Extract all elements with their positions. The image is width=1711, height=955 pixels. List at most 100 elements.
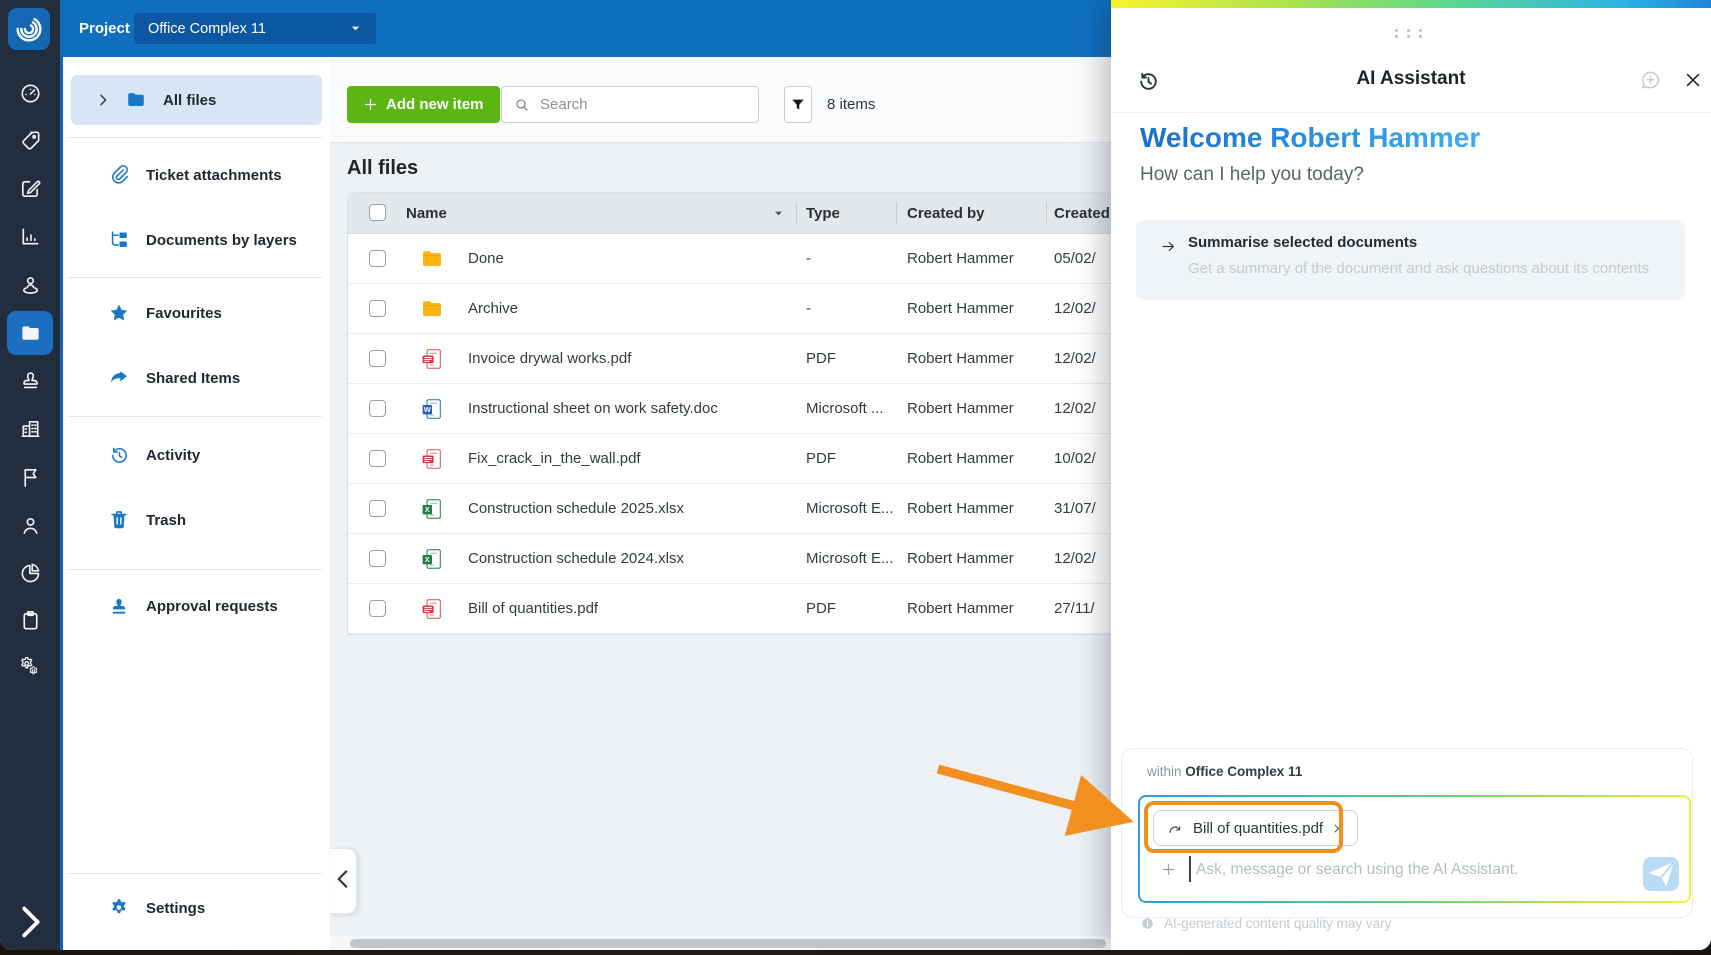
funnel-icon (790, 97, 806, 113)
rail-item-person-pin[interactable] (7, 262, 53, 306)
filter-button[interactable] (784, 86, 812, 123)
file-created-on: 05/02/ (1054, 250, 1096, 267)
scope-value: Office Complex 11 (1185, 764, 1303, 779)
row-checkbox[interactable] (369, 250, 386, 267)
ai-input-box: Bill of quantities.pdf (1138, 795, 1691, 903)
person-pin-icon (19, 273, 42, 296)
file-created-by: Robert Hammer (907, 450, 1014, 467)
search-input[interactable] (538, 95, 742, 114)
sidebar-divider (68, 416, 322, 417)
excel-file-icon: X (422, 534, 441, 583)
add-new-item-button[interactable]: Add new item (347, 86, 500, 123)
row-checkbox[interactable] (369, 500, 386, 517)
sidebar-item-label: Activity (146, 446, 201, 464)
file-name[interactable]: Invoice drywal works.pdf (468, 334, 631, 383)
file-type: Microsoft E... (806, 550, 894, 567)
file-type: PDF (806, 350, 836, 367)
sort-caret-icon[interactable] (772, 207, 785, 220)
column-header-name[interactable]: Name (406, 193, 447, 233)
select-all-checkbox[interactable] (369, 204, 386, 221)
file-created-by: Robert Hammer (907, 600, 1014, 617)
trash-icon (108, 509, 130, 531)
folder-icon (19, 322, 42, 345)
paperclip-icon (108, 164, 130, 186)
pdf-file-icon (422, 334, 441, 383)
remove-attachment-icon[interactable] (1332, 822, 1345, 835)
project-selector[interactable]: Office Complex 11 (134, 13, 376, 44)
sidebar-item-favourites[interactable]: Favourites (71, 288, 322, 338)
rail-item-pencil-document[interactable] (7, 166, 53, 210)
sidebar-divider (68, 137, 322, 138)
rail-item-gears[interactable] (7, 646, 53, 690)
rail-item-buildings[interactable] (7, 406, 53, 450)
sidebar-collapse-button[interactable] (330, 848, 357, 914)
file-name[interactable]: Construction schedule 2025.xlsx (468, 484, 684, 533)
sidebar-item-all-files[interactable]: All files (71, 75, 322, 125)
column-header-created-by[interactable]: Created by (907, 193, 985, 233)
rail-item-flag[interactable] (7, 455, 53, 499)
gears-icon (19, 656, 42, 680)
column-header-type[interactable]: Type (806, 193, 840, 233)
sidebar-item-label: Favourites (146, 304, 222, 322)
rail-item-person[interactable] (7, 503, 53, 547)
file-created-on: 12/02/ (1054, 400, 1096, 417)
sidebar-item-trash[interactable]: Trash (71, 495, 322, 545)
rail-item-tag[interactable] (7, 118, 53, 162)
attach-plus-icon[interactable] (1161, 862, 1176, 877)
rail-item-stamp[interactable] (7, 358, 53, 402)
send-button[interactable] (1643, 857, 1679, 891)
row-checkbox[interactable] (369, 600, 386, 617)
ai-footer: AI-generated content quality may vary (1140, 916, 1391, 931)
rail-item-gauge[interactable] (7, 71, 53, 115)
file-name[interactable]: Construction schedule 2024.xlsx (468, 534, 684, 583)
sidebar-item-shared-items[interactable]: Shared Items (71, 353, 322, 403)
left-icon-rail (0, 0, 60, 950)
stamp-icon (19, 369, 42, 392)
file-created-on: 10/02/ (1054, 450, 1096, 467)
file-name[interactable]: Archive (468, 284, 518, 333)
file-created-on: 12/02/ (1054, 550, 1096, 567)
sidebar-item-settings[interactable]: Settings (71, 883, 322, 933)
file-name[interactable]: Done (468, 234, 504, 283)
panel-drag-handle-icon[interactable] (1395, 29, 1427, 39)
scope-row: within Office Complex 11 (1147, 764, 1302, 779)
rail-item-bar-chart[interactable] (7, 214, 53, 258)
attachment-chip[interactable]: Bill of quantities.pdf (1153, 810, 1359, 846)
clipboard-icon (19, 609, 42, 632)
file-name[interactable]: Fix_crack_in_the_wall.pdf (468, 434, 641, 483)
chevron-left-icon (330, 866, 356, 897)
rail-expand-button[interactable] (7, 904, 53, 944)
suggestion-card[interactable]: Summarise selected documents Get a summa… (1136, 220, 1685, 300)
sidebar-item-ticket-attachments[interactable]: Ticket attachments (71, 150, 322, 200)
close-icon[interactable] (1683, 70, 1703, 90)
chevron-right-icon (7, 899, 53, 950)
ai-message-input[interactable] (1194, 855, 1618, 885)
gauge-icon (19, 82, 42, 105)
sidebar-item-label: Approval requests (146, 597, 278, 615)
row-checkbox[interactable] (369, 300, 386, 317)
file-created-by: Robert Hammer (907, 350, 1014, 367)
rail-item-pie-chart[interactable] (7, 550, 53, 594)
planradar-logo[interactable] (8, 8, 50, 50)
row-checkbox[interactable] (369, 350, 386, 367)
rail-item-clipboard[interactable] (7, 598, 53, 642)
flag-icon (19, 466, 42, 489)
sidebar-item-documents-by-layers[interactable]: Documents by layers (71, 215, 322, 265)
file-created-by: Robert Hammer (907, 300, 1014, 317)
excel-file-icon: X (422, 484, 441, 533)
history-icon (108, 444, 130, 466)
row-checkbox[interactable] (369, 400, 386, 417)
sidebar-item-approval-requests[interactable]: Approval requests (71, 581, 322, 631)
rail-item-folder[interactable] (7, 311, 53, 355)
row-checkbox[interactable] (369, 450, 386, 467)
suggestion-title: Summarise selected documents (1188, 234, 1418, 251)
header-divider (1111, 112, 1711, 113)
text-cursor (1189, 856, 1191, 882)
sidebar-item-activity[interactable]: Activity (71, 430, 322, 480)
file-name[interactable]: Bill of quantities.pdf (468, 584, 598, 633)
curved-arrow-icon (1166, 821, 1184, 836)
row-checkbox[interactable] (369, 550, 386, 567)
feedback-bubble-icon[interactable] (1639, 69, 1662, 92)
horizontal-scrollbar-thumb[interactable] (350, 939, 1106, 948)
file-name[interactable]: Instructional sheet on work safety.doc (468, 384, 718, 433)
